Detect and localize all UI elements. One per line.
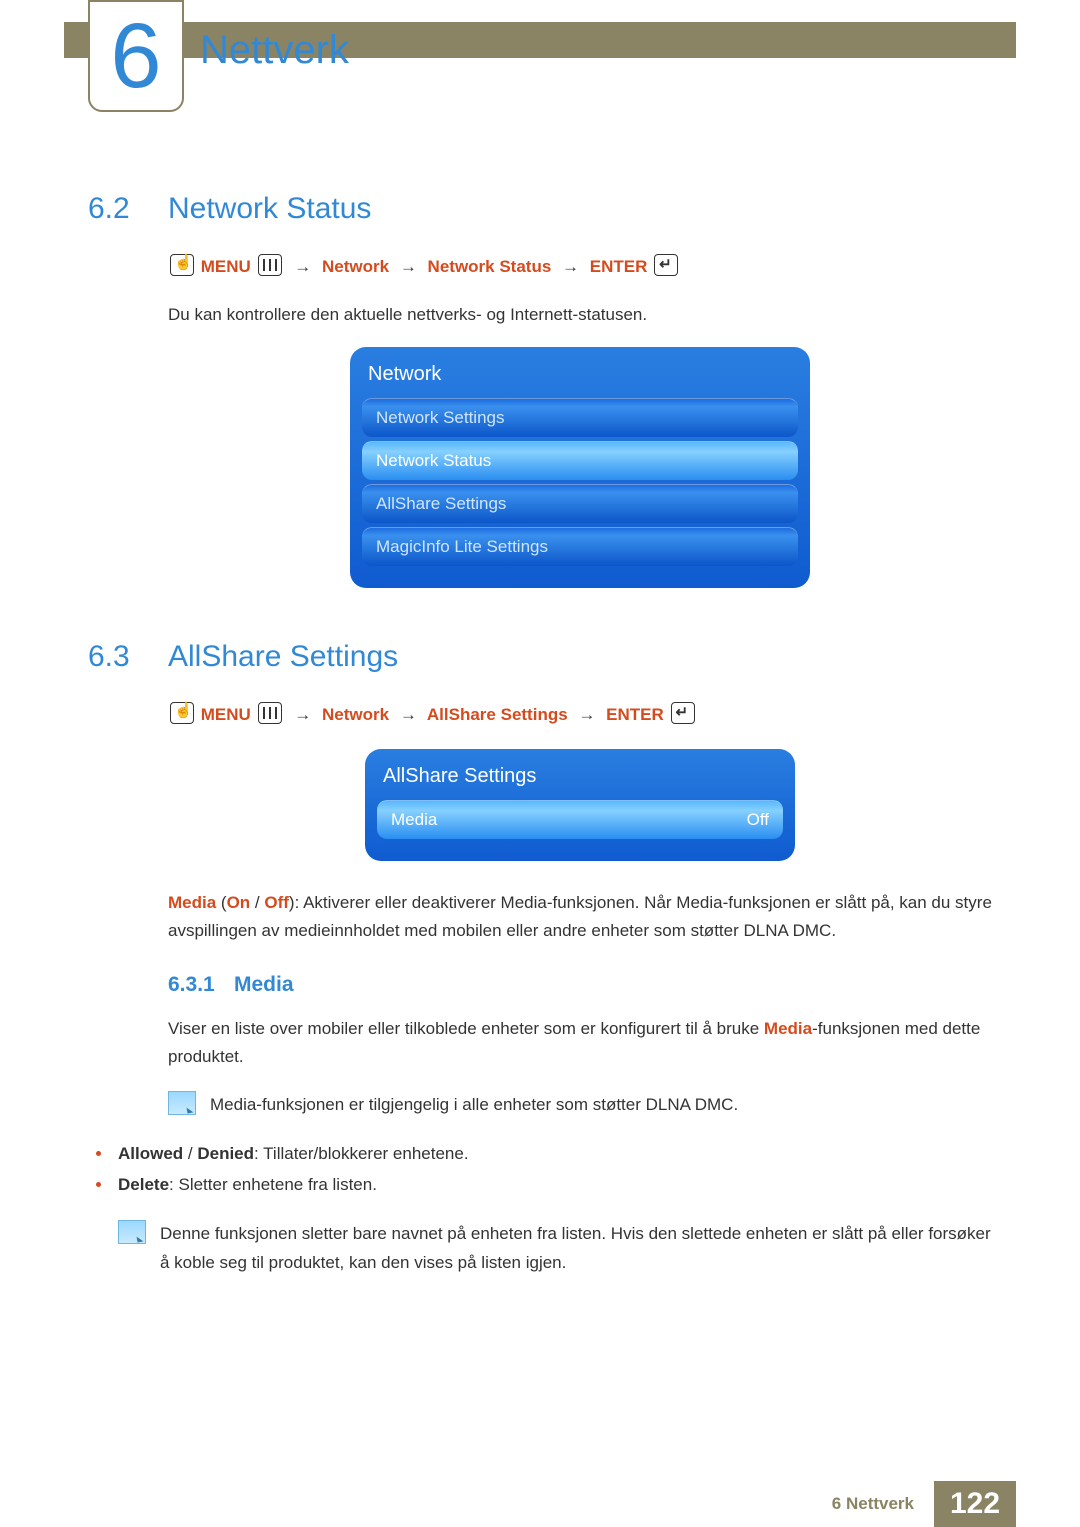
menu-icon (258, 254, 282, 276)
path-seg: AllShare Settings (427, 705, 568, 724)
enter-icon (654, 254, 678, 276)
remote-icon (170, 254, 194, 276)
heading-text: AllShare Settings (168, 640, 398, 673)
path-menu: MENU (201, 257, 251, 276)
paragraph: Du kan kontrollere den aktuelle nettverk… (168, 301, 992, 329)
remote-icon (170, 702, 194, 724)
paragraph: Viser en liste over mobiler eller tilkob… (88, 1015, 992, 1071)
note-text: Media-funksjonen er tilgjengelig i alle … (210, 1091, 738, 1119)
heading-6-3: 6.3AllShare Settings (88, 640, 992, 674)
heading-text: Network Status (168, 192, 371, 225)
footer-chapter: 6 Nettverk (832, 1494, 928, 1514)
path-enter: ENTER (606, 705, 664, 724)
heading-6-3-1: 6.3.1Media (88, 973, 992, 997)
footer-page-number: 122 (928, 1481, 1016, 1527)
chapter-number: 6 (90, 2, 182, 110)
note: Denne funksjonen sletter bare navnet på … (88, 1220, 992, 1276)
path-enter: ENTER (590, 257, 648, 276)
menu-icon (258, 702, 282, 724)
nav-path-6-3: MENU → Network → AllShare Settings → ENT… (168, 702, 992, 725)
heading-number: 6.3 (88, 640, 168, 674)
heading-number: 6.2 (88, 192, 168, 226)
footer: 6 Nettverk 122 (0, 1481, 1080, 1527)
list-item: Delete: Sletter enhetene fra listen. (96, 1170, 992, 1201)
panel-title: Network (362, 361, 798, 398)
heading-number: 6.3.1 (168, 973, 234, 997)
heading-6-2: 6.2Network Status (88, 192, 992, 226)
path-seg: Network (322, 705, 389, 724)
paragraph-media-desc: Media (On / Off): Aktiverer eller deakti… (88, 889, 992, 945)
note: Media-funksjonen er tilgjengelig i alle … (88, 1091, 992, 1119)
nav-path-6-2: MENU → Network → Network Status → ENTER (168, 254, 992, 277)
note-icon (168, 1091, 196, 1115)
row-label: Media (391, 810, 437, 830)
heading-text: Media (234, 973, 294, 996)
row-value: Off (747, 810, 769, 830)
path-menu: MENU (201, 705, 251, 724)
menu-item-network-settings[interactable]: Network Settings (362, 398, 798, 437)
menu-item-network-status[interactable]: Network Status (362, 441, 798, 480)
list-item: Allowed / Denied: Tillater/blokkerer enh… (96, 1139, 992, 1170)
menu-item-magicinfo-settings[interactable]: MagicInfo Lite Settings (362, 527, 798, 566)
allshare-panel: AllShare Settings Media Off (365, 749, 795, 861)
enter-icon (671, 702, 695, 724)
menu-item-allshare-settings[interactable]: AllShare Settings (362, 484, 798, 523)
chapter-title: Nettverk (200, 28, 349, 73)
network-menu-panel: Network Network Settings Network Status … (350, 347, 810, 588)
path-seg: Network Status (428, 257, 552, 276)
chapter-box: 6 (88, 0, 184, 112)
bullet-list: Allowed / Denied: Tillater/blokkerer enh… (88, 1139, 992, 1200)
menu-row-media[interactable]: Media Off (377, 800, 783, 839)
panel-title: AllShare Settings (377, 763, 783, 800)
note-text: Denne funksjonen sletter bare navnet på … (160, 1220, 992, 1276)
note-icon (118, 1220, 146, 1244)
path-seg: Network (322, 257, 389, 276)
